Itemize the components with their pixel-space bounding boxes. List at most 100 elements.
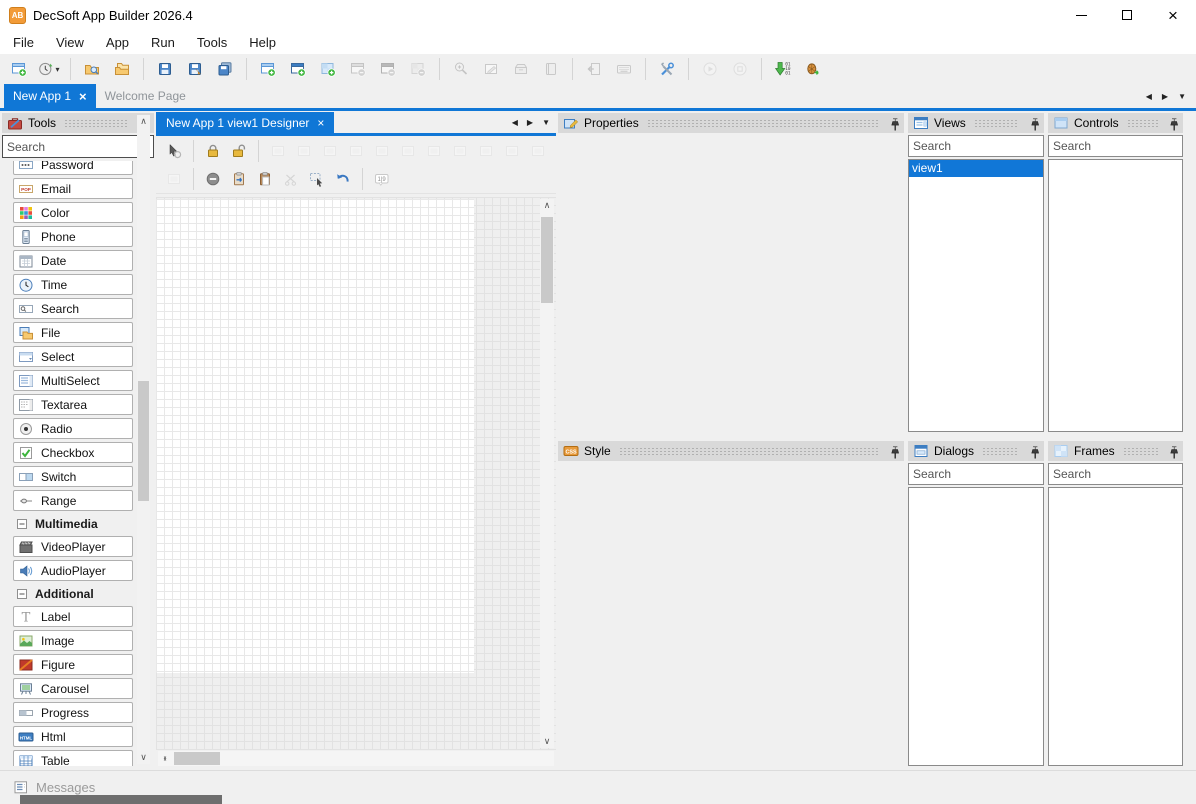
tool-image[interactable]: Image <box>13 630 133 651</box>
unlock-controls-button[interactable] <box>227 139 251 162</box>
controls-panel-header[interactable]: Controls <box>1048 113 1183 133</box>
history-button[interactable]: ▾ <box>36 57 62 81</box>
recent-projects-button[interactable] <box>109 57 135 81</box>
scrollbar-thumb[interactable] <box>174 752 220 765</box>
messages-scroll-thumb[interactable] <box>20 795 222 804</box>
tools-scrollbar[interactable]: ∧ ∨ <box>137 115 150 764</box>
dialogs-panel-header[interactable]: Dialogs <box>908 441 1044 461</box>
new-dialog-button[interactable] <box>285 57 311 81</box>
tool-file[interactable]: File <box>13 322 133 343</box>
views-list[interactable]: view1 <box>908 159 1044 432</box>
designer-canvas[interactable]: ∧ ∨ <box>156 197 556 750</box>
designer-tab-close-icon[interactable]: × <box>317 116 324 130</box>
remove-selected-button[interactable] <box>201 168 225 191</box>
pin-icon[interactable] <box>1027 117 1039 130</box>
style-panel-header[interactable]: CSS Style <box>558 441 904 461</box>
dialogs-search-input[interactable] <box>908 463 1044 485</box>
open-project-button[interactable] <box>79 57 105 81</box>
views-search-input[interactable] <box>908 135 1044 157</box>
new-view-button[interactable] <box>255 57 281 81</box>
scrollbar-thumb[interactable] <box>541 217 553 303</box>
properties-panel-header[interactable]: Properties <box>558 113 904 133</box>
messages-bar[interactable]: Messages <box>0 770 1196 804</box>
lock-controls-button[interactable] <box>201 139 225 162</box>
pin-icon[interactable] <box>1166 445 1178 458</box>
close-button[interactable]: × <box>1150 0 1196 30</box>
tab-list-icon[interactable]: ▼ <box>1178 92 1186 101</box>
tool-switch[interactable]: Switch <box>13 466 133 487</box>
tools-panel-header[interactable]: Tools <box>2 113 154 133</box>
dropdown-caret-icon[interactable]: ▾ <box>55 65 59 74</box>
designer-tab-scroll-right-icon[interactable]: ▶ <box>527 118 533 127</box>
new-project-button[interactable] <box>6 57 32 81</box>
scroll-down-icon[interactable]: ∨ <box>137 751 150 764</box>
minimize-button[interactable] <box>1058 0 1104 30</box>
compile-app-button[interactable]: 011001 <box>770 57 796 81</box>
new-frame-button[interactable] <box>315 57 341 81</box>
environment-options-button[interactable] <box>654 57 680 81</box>
tool-progress[interactable]: Progress <box>13 702 133 723</box>
tab-scroll-left-icon[interactable]: ◀ <box>1146 92 1152 101</box>
tool-password[interactable]: Password <box>13 161 133 175</box>
undo-button[interactable] <box>331 168 355 191</box>
menu-tools[interactable]: Tools <box>186 30 238 54</box>
frames-list[interactable] <box>1048 487 1183 766</box>
tool-email[interactable]: POPEmail <box>13 178 133 199</box>
tools-section-additional[interactable]: Additional <box>13 584 133 604</box>
tab-order-button[interactable]: 1|9 <box>370 168 394 191</box>
tool-figure[interactable]: Figure <box>13 654 133 675</box>
frames-search-input[interactable] <box>1048 463 1183 485</box>
pin-icon[interactable] <box>887 445 899 458</box>
canvas-vertical-scrollbar[interactable]: ∧ ∨ <box>540 199 554 748</box>
tool-color[interactable]: Color <box>13 202 133 223</box>
view-item-view1[interactable]: view1 <box>909 160 1043 177</box>
pin-icon[interactable] <box>1027 445 1039 458</box>
tool-phone[interactable]: Phone <box>13 226 133 247</box>
frames-panel-header[interactable]: Frames <box>1048 441 1183 461</box>
tab-welcome-page[interactable]: Welcome Page <box>96 84 195 108</box>
debug-app-button[interactable] <box>800 57 826 81</box>
dialogs-list[interactable] <box>908 487 1044 766</box>
tool-multiselect[interactable]: MultiSelect <box>13 370 133 391</box>
tool-range[interactable]: Range <box>13 490 133 511</box>
pin-icon[interactable] <box>887 117 899 130</box>
pin-icon[interactable] <box>1166 117 1178 130</box>
menu-file[interactable]: File <box>2 30 45 54</box>
save-all-button[interactable] <box>212 57 238 81</box>
tool-table[interactable]: Table <box>13 750 133 766</box>
views-panel-header[interactable]: Views <box>908 113 1044 133</box>
designer-tab-scroll-left-icon[interactable]: ◀ <box>512 118 518 127</box>
scroll-up-icon[interactable]: ∧ <box>137 115 150 128</box>
maximize-button[interactable] <box>1104 0 1150 30</box>
tab-scroll-right-icon[interactable]: ▶ <box>1162 92 1168 101</box>
view-page-surface[interactable] <box>156 199 474 673</box>
tool-html[interactable]: HTMLHtml <box>13 726 133 747</box>
tool-date[interactable]: Date <box>13 250 133 271</box>
menu-view[interactable]: View <box>45 30 95 54</box>
tab-new-app-1[interactable]: New App 1× <box>4 84 96 108</box>
tool-videoplayer[interactable]: VideoPlayer <box>13 536 133 557</box>
save-button[interactable] <box>152 57 178 81</box>
designer-tab-list-icon[interactable]: ▼ <box>542 118 550 127</box>
tool-checkbox[interactable]: Checkbox <box>13 442 133 463</box>
canvas-horizontal-scrollbar[interactable]: ‹ › <box>158 751 554 766</box>
preview-pointer-button[interactable] <box>162 139 186 162</box>
paste-button[interactable] <box>253 168 277 191</box>
lasso-select-button[interactable] <box>305 168 329 191</box>
controls-search-input[interactable] <box>1048 135 1183 157</box>
menu-run[interactable]: Run <box>140 30 186 54</box>
scrollbar-thumb[interactable] <box>138 381 149 501</box>
tool-carousel[interactable]: Carousel <box>13 678 133 699</box>
tool-label[interactable]: TLabel <box>13 606 133 627</box>
designer-tab[interactable]: New App 1 view1 Designer × <box>156 112 334 133</box>
tool-search[interactable]: Search <box>13 298 133 319</box>
menu-help[interactable]: Help <box>238 30 287 54</box>
tab-close-icon[interactable]: × <box>79 90 87 103</box>
menu-app[interactable]: App <box>95 30 140 54</box>
controls-list[interactable] <box>1048 159 1183 432</box>
tool-radio[interactable]: Radio <box>13 418 133 439</box>
tools-section-multimedia[interactable]: Multimedia <box>13 514 133 534</box>
tools-search-input[interactable] <box>2 135 154 158</box>
scroll-right-icon[interactable]: › <box>158 752 172 765</box>
tool-audioplayer[interactable]: AudioPlayer <box>13 560 133 581</box>
